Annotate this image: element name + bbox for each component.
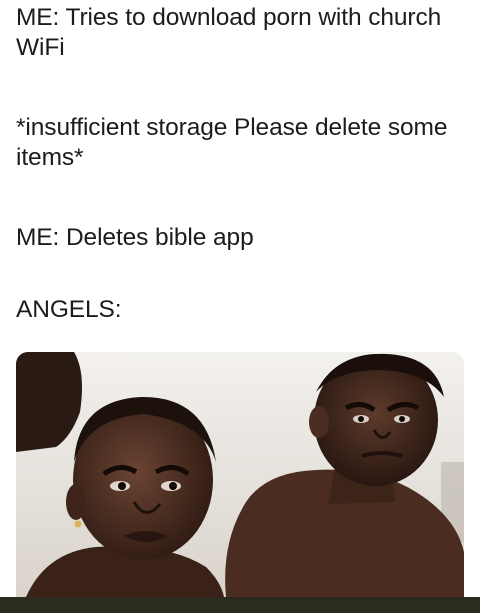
left-child-ear <box>66 484 86 520</box>
right-child-ear <box>309 406 329 438</box>
caption-line-insufficient-storage: *insufficient storage Please delete some… <box>16 114 448 171</box>
bottom-border-bar <box>0 597 480 613</box>
caption-line-me-tries: ME: Tries to download porn with church W… <box>16 4 442 61</box>
caption-line-deletes-bible: ME: Deletes bible app <box>16 224 254 251</box>
two-children-glaring-illustration <box>16 352 464 597</box>
left-child-earring <box>74 520 82 528</box>
meme-photo <box>16 352 464 597</box>
caption-line-angels: ANGELS: <box>16 296 122 323</box>
